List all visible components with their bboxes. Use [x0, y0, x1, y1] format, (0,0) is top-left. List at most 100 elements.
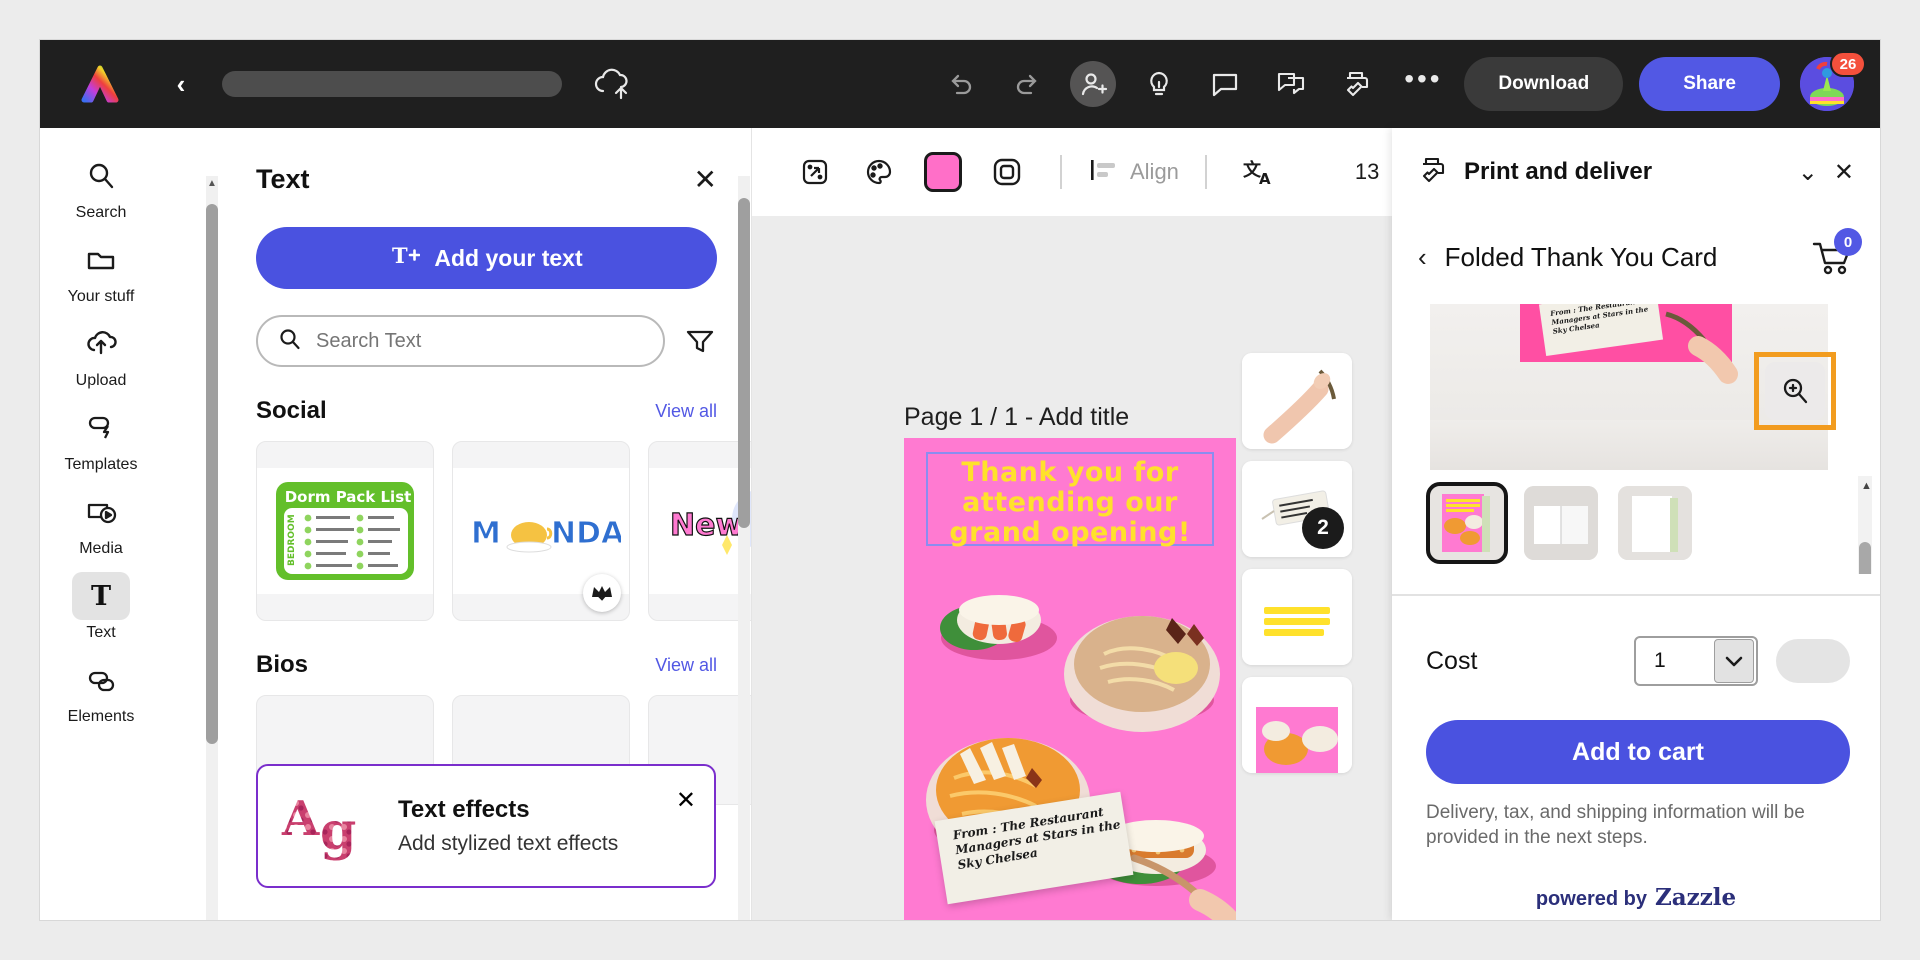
- media-icon: [72, 488, 130, 536]
- cost-label: Cost: [1426, 646, 1478, 675]
- more-options-button[interactable]: •••: [1400, 61, 1446, 107]
- share-button[interactable]: Share: [1639, 57, 1780, 111]
- svg-text:New: New: [670, 508, 743, 543]
- undo-button[interactable]: [938, 61, 984, 107]
- section-header-social: Social View all: [256, 397, 717, 425]
- cloud-sync-icon[interactable]: [592, 67, 632, 101]
- avatar[interactable]: 26: [1800, 51, 1866, 111]
- close-icon[interactable]: ✕: [694, 165, 717, 194]
- front-view-thumbnail[interactable]: [1426, 482, 1508, 564]
- add-your-text-button[interactable]: T Add your text: [256, 227, 717, 289]
- layer-thumbnail-food[interactable]: [1242, 677, 1352, 773]
- design-canvas[interactable]: From : The Restaurant Managers at Stars …: [904, 438, 1236, 920]
- text-effects-title: Text effects: [398, 796, 530, 823]
- resize-icon[interactable]: [788, 145, 842, 199]
- sidebar-item-your-stuff[interactable]: Your stuff: [51, 236, 151, 306]
- sidebar-item-elements[interactable]: Elements: [51, 656, 151, 726]
- text-t-icon: T: [72, 572, 130, 620]
- chat-button[interactable]: [1268, 61, 1314, 107]
- search-text-input[interactable]: [316, 329, 643, 353]
- top-bar-actions: •••: [938, 61, 1446, 107]
- align-icon: [1088, 156, 1118, 189]
- align-button[interactable]: Align: [1088, 156, 1179, 189]
- chevron-down-icon[interactable]: [1714, 639, 1754, 683]
- layer-thumbnail-headline[interactable]: [1242, 569, 1352, 665]
- sidebar-label-media: Media: [79, 540, 123, 557]
- document-title-input[interactable]: [222, 71, 562, 97]
- sidebar-label-templates: Templates: [64, 456, 138, 473]
- top-bar: ‹ ••• Download Share 26: [40, 40, 1880, 128]
- sidebar-label-search: Search: [75, 204, 127, 221]
- print-panel-header: Print and deliver ⌄ ✕: [1392, 128, 1880, 216]
- templates-icon: [72, 404, 130, 452]
- close-icon[interactable]: ✕: [676, 786, 696, 815]
- add-text-icon: T: [390, 241, 421, 275]
- view-all-bios[interactable]: View all: [655, 655, 717, 676]
- svg-text:BEDROOM: BEDROOM: [287, 514, 297, 566]
- comment-button[interactable]: [1202, 61, 1248, 107]
- template-card-new[interactable]: New: [648, 441, 751, 621]
- price-placeholder: [1776, 639, 1850, 683]
- filter-funnel-icon[interactable]: [683, 324, 717, 358]
- text-effects-subtitle: Add stylized text effects: [398, 832, 619, 855]
- sidebar-label-your-stuff: Your stuff: [67, 288, 135, 305]
- close-icon[interactable]: ✕: [1834, 158, 1854, 187]
- magnifier-plus-icon[interactable]: [1765, 362, 1825, 420]
- headline-text-box[interactable]: Thank you for attending our grand openin…: [926, 452, 1214, 548]
- adobe-express-logo[interactable]: [76, 60, 124, 108]
- text-panel-scroll-thumb[interactable]: [738, 198, 750, 528]
- powered-by-zazzle: powered by Zazzle: [1392, 884, 1880, 911]
- layer-thumbnail-hand[interactable]: [1242, 353, 1352, 449]
- text-panel-scrollbar[interactable]: [738, 176, 750, 920]
- sidebar-item-search[interactable]: Search: [51, 152, 151, 222]
- search-text-input-wrap[interactable]: [256, 315, 665, 367]
- invite-people-button[interactable]: [1070, 61, 1117, 107]
- back-view-thumbnail[interactable]: [1618, 486, 1692, 560]
- preview-scrollbar[interactable]: ▲ ▼: [1858, 476, 1872, 574]
- zazzle-brand: Zazzle: [1654, 884, 1737, 911]
- back-button[interactable]: ‹: [164, 67, 198, 101]
- color-swatch-button[interactable]: [916, 145, 970, 199]
- add-to-cart-button[interactable]: Add to cart: [1426, 720, 1850, 784]
- page-title-label[interactable]: Page 1 / 1 - Add title: [904, 403, 1129, 432]
- redo-button[interactable]: [1004, 61, 1050, 107]
- text-effects-promo[interactable]: A g Text effects Add stylized text effec…: [256, 764, 716, 888]
- template-card-dorm-pack-list[interactable]: Dorm Pack List BEDROOM: [256, 441, 434, 621]
- preview-scroll-thumb[interactable]: [1859, 542, 1871, 574]
- sidebar-item-text[interactable]: T Text: [51, 572, 151, 642]
- sidebar-item-templates[interactable]: Templates: [51, 404, 151, 474]
- view-all-social[interactable]: View all: [655, 401, 717, 422]
- text-search-row: [256, 315, 717, 367]
- download-button[interactable]: Download: [1464, 57, 1624, 111]
- rail-scrollbar[interactable]: ▲ ▼: [206, 176, 218, 920]
- shopping-cart-button[interactable]: 0: [1808, 228, 1862, 278]
- preview-surface: [1430, 420, 1828, 470]
- share-label: Share: [1683, 73, 1736, 94]
- template-card-monday[interactable]: M NDAY: [452, 441, 630, 621]
- ideas-button[interactable]: [1136, 61, 1182, 107]
- layer-thumbnail-tag[interactable]: 2: [1242, 461, 1352, 557]
- translate-icon[interactable]: 文A: [1233, 145, 1287, 199]
- text-panel: Text ✕ T Add your text Social View all: [222, 128, 752, 920]
- frame-icon[interactable]: [980, 145, 1034, 199]
- text-panel-title: Text: [256, 164, 310, 194]
- section-title-social: Social: [256, 397, 327, 424]
- sidebar-label-text: Text: [86, 624, 116, 641]
- delivery-note: Delivery, tax, and shipping information …: [1426, 802, 1805, 848]
- back-button[interactable]: ‹: [1418, 242, 1427, 273]
- sidebar-item-upload[interactable]: Upload: [51, 320, 151, 390]
- chevron-down-icon[interactable]: ⌄: [1798, 158, 1818, 187]
- svg-text:NDAY: NDAY: [551, 516, 621, 551]
- print-and-deliver-button[interactable]: [1334, 61, 1380, 107]
- add-your-text-label: Add your text: [434, 244, 583, 271]
- sidebar-item-media[interactable]: Media: [51, 488, 151, 558]
- quantity-select[interactable]: 1: [1634, 636, 1758, 686]
- rail-scroll-thumb[interactable]: [206, 204, 218, 744]
- print-and-deliver-panel: Print and deliver ⌄ ✕ ‹ Folded Thank You…: [1392, 128, 1880, 920]
- zoom-level-label[interactable]: 13: [1355, 159, 1379, 185]
- color-palette-icon[interactable]: [852, 145, 906, 199]
- inside-view-thumbnail[interactable]: [1524, 486, 1598, 560]
- print-panel-title: Print and deliver: [1464, 158, 1653, 185]
- svg-text:g: g: [320, 801, 356, 862]
- template-thumbnail: New: [649, 468, 751, 594]
